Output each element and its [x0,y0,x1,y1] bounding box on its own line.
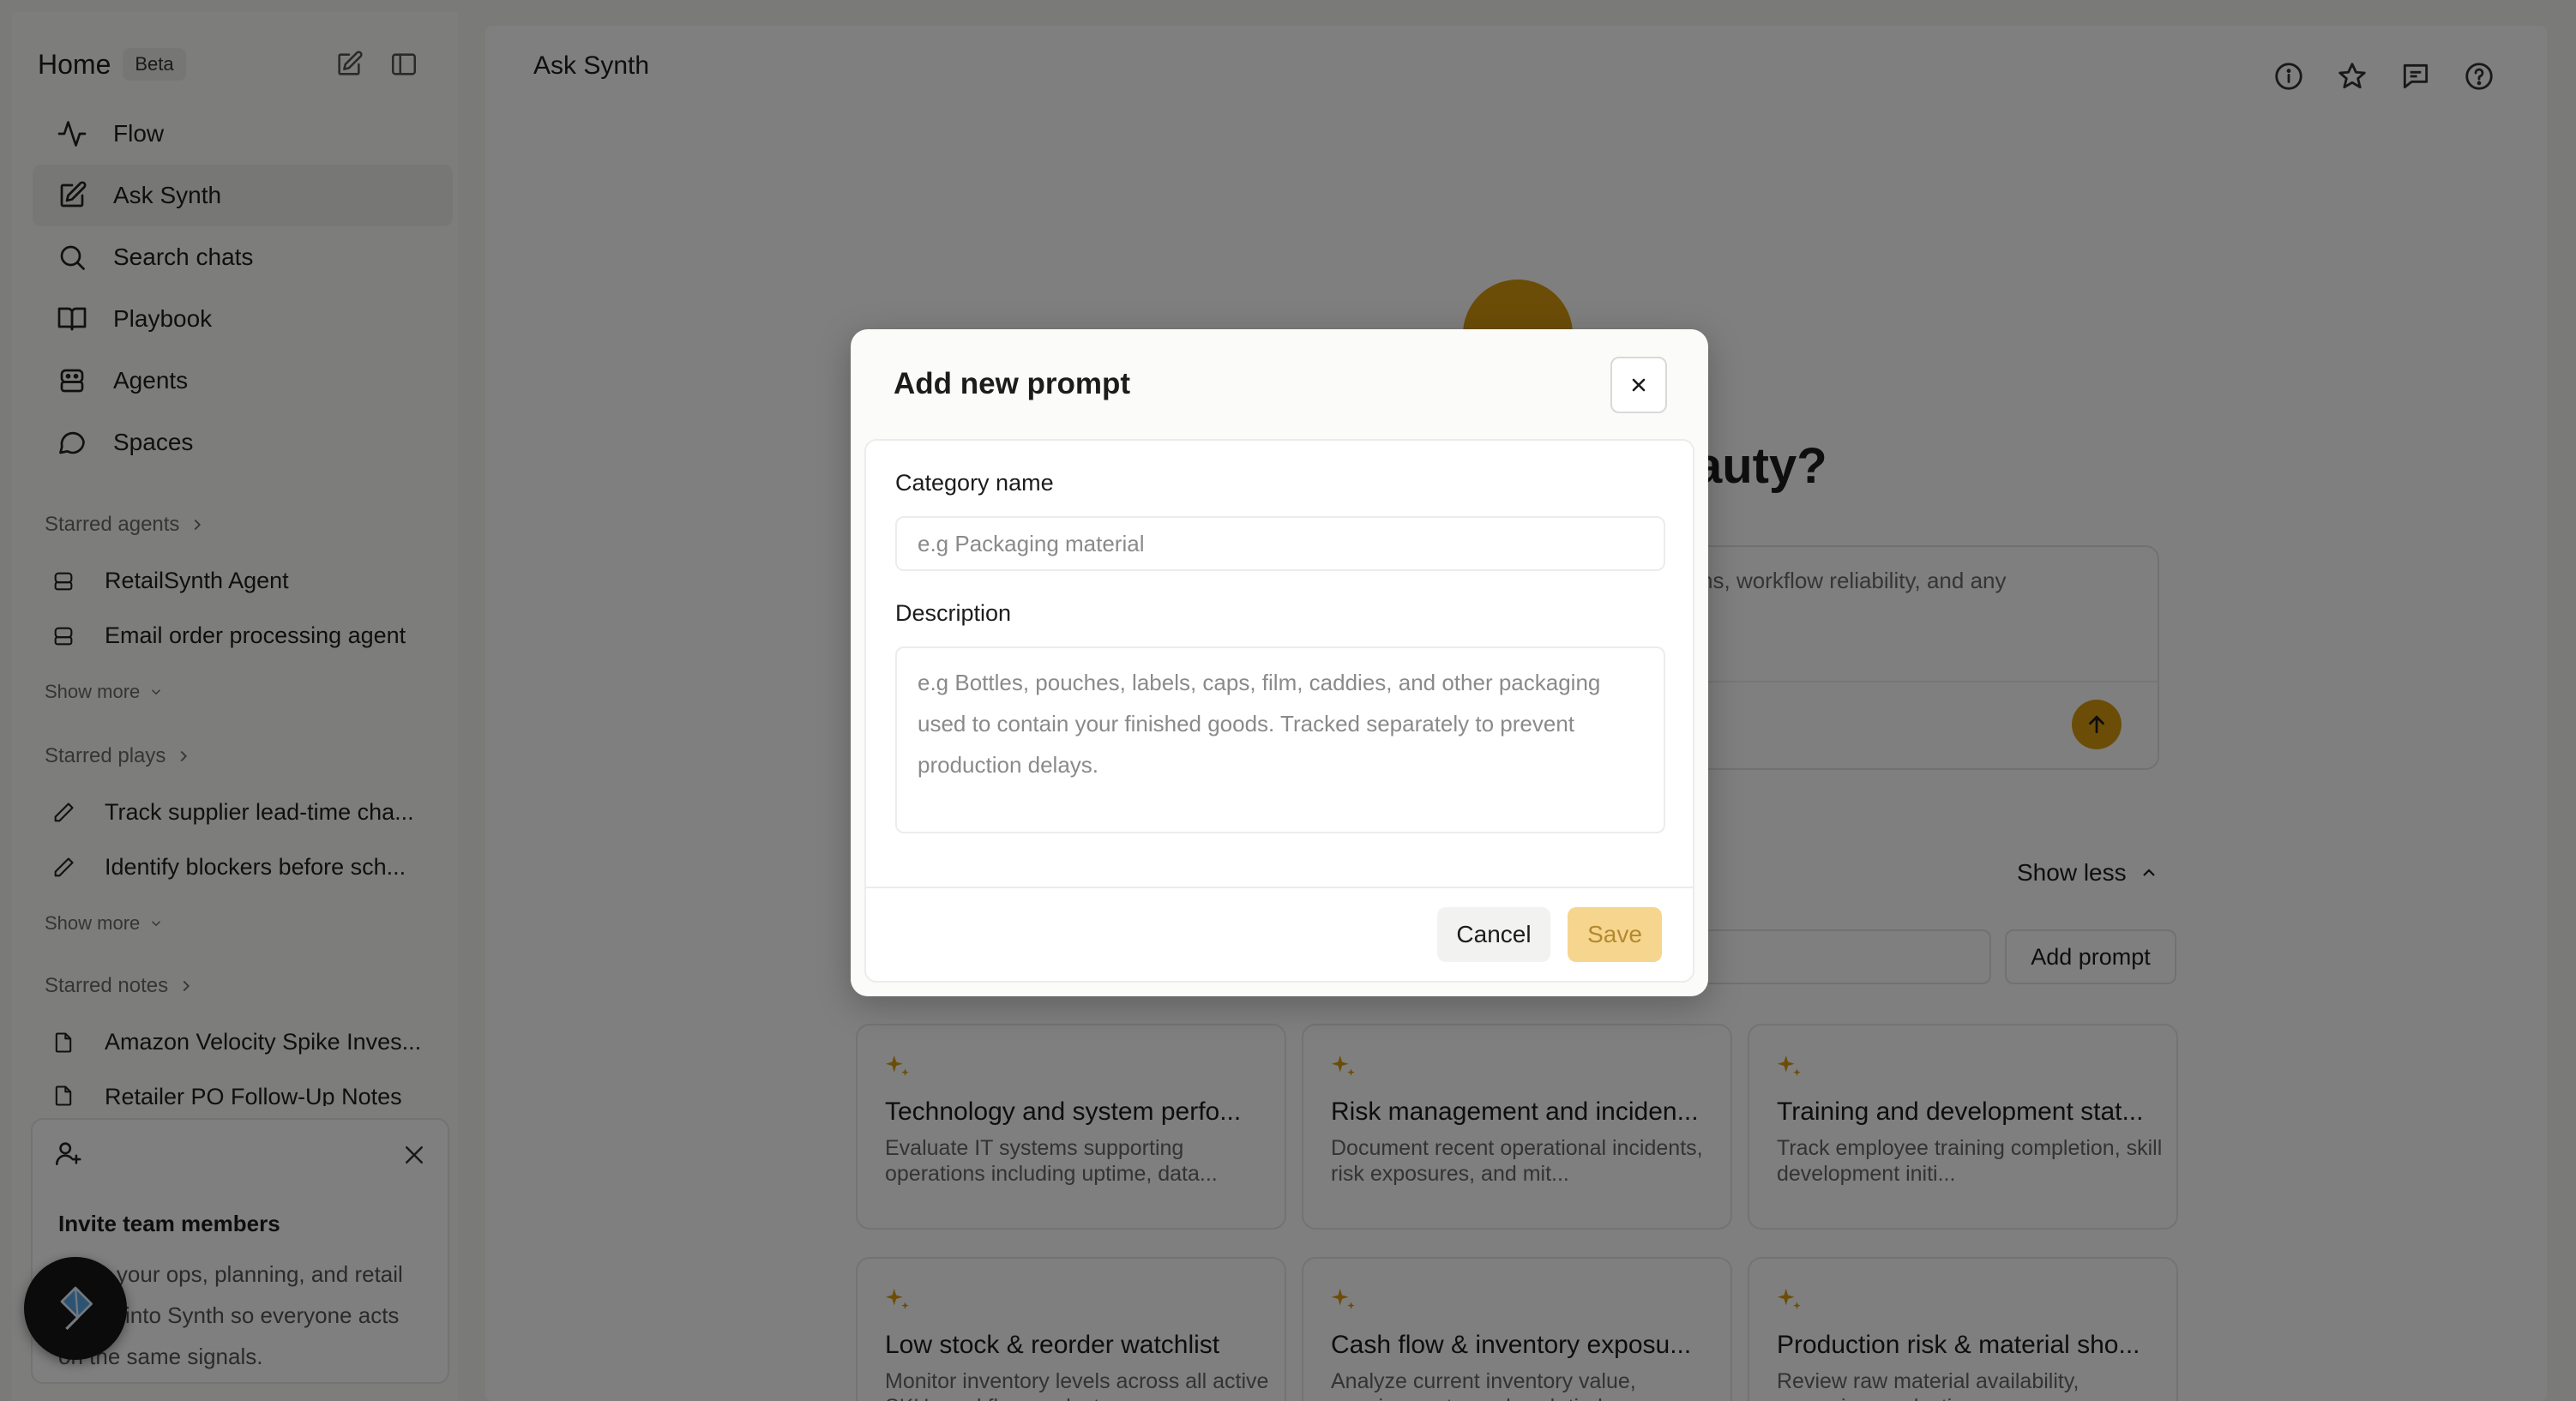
cancel-button[interactable]: Cancel [1437,907,1550,962]
dialog-title: Add new prompt [894,367,1131,400]
description-label: Description [895,600,1012,626]
close-button[interactable] [1610,357,1667,413]
divider [866,887,1693,888]
category-name-input[interactable] [895,516,1665,571]
description-textarea[interactable] [895,646,1665,833]
category-name-label: Category name [895,470,1054,496]
add-prompt-dialog: Add new prompt Category name Description… [851,329,1708,996]
save-button[interactable]: Save [1568,907,1662,962]
close-icon [1632,378,1646,392]
dialog-body: Category name Description Cancel Save [864,439,1694,983]
